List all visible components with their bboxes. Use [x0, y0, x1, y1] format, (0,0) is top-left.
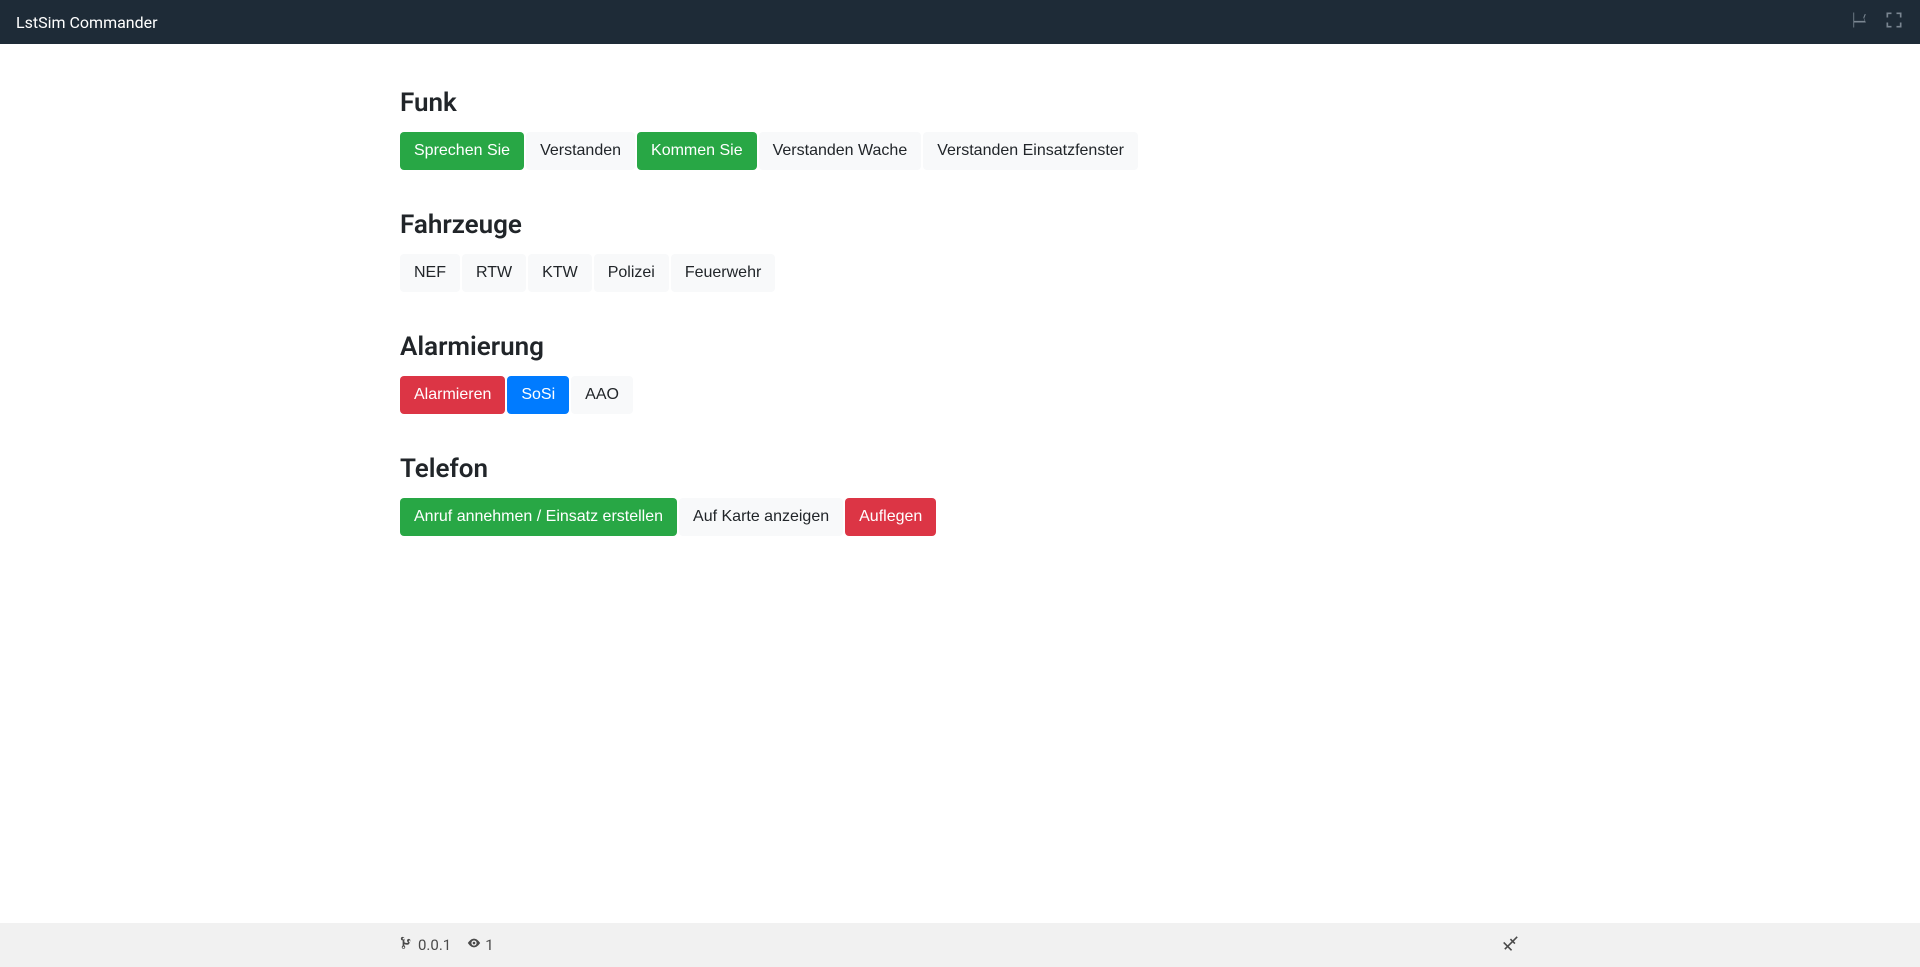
viewers-text: 1 — [485, 936, 493, 954]
button-group-alarmierung: Alarmieren SoSi AAO — [400, 376, 635, 414]
fahrzeuge-polizei-button[interactable]: Polizei — [594, 254, 669, 292]
section-funk: Funk Sprechen Sie Verstanden Kommen Sie … — [400, 88, 1520, 170]
button-group-fahrzeuge: NEF RTW KTW Polizei Feuerwehr — [400, 254, 777, 292]
branch-icon — [400, 936, 414, 954]
section-telefon: Telefon Anruf annehmen / Einsatz erstell… — [400, 454, 1520, 536]
funk-kommen-sie-button[interactable]: Kommen Sie — [637, 132, 757, 170]
section-title-telefon: Telefon — [400, 454, 1520, 484]
section-alarmierung: Alarmierung Alarmieren SoSi AAO — [400, 332, 1520, 414]
button-group-telefon: Anruf annehmen / Einsatz erstellen Auf K… — [400, 498, 938, 536]
alarmierung-alarmieren-button[interactable]: Alarmieren — [400, 376, 505, 414]
main-content: Funk Sprechen Sie Verstanden Kommen Sie … — [0, 44, 1920, 536]
version-text: 0.0.1 — [418, 936, 451, 954]
tools-icon[interactable] — [1502, 937, 1520, 956]
section-title-fahrzeuge: Fahrzeuge — [400, 210, 1520, 240]
fahrzeuge-ktw-button[interactable]: KTW — [528, 254, 592, 292]
section-title-funk: Funk — [400, 88, 1520, 118]
funk-verstanden-wache-button[interactable]: Verstanden Wache — [759, 132, 922, 170]
section-title-alarmierung: Alarmierung — [400, 332, 1520, 362]
fullscreen-icon[interactable] — [1884, 10, 1904, 34]
navbar-icons — [1850, 10, 1904, 34]
navbar: LstSim Commander — [0, 0, 1920, 44]
telefon-anruf-annehmen-button[interactable]: Anruf annehmen / Einsatz erstellen — [400, 498, 677, 536]
app-title: LstSim Commander — [16, 13, 158, 32]
version-info: 0.0.1 — [400, 936, 451, 954]
funk-sprechen-sie-button[interactable]: Sprechen Sie — [400, 132, 524, 170]
funk-verstanden-einsatzfenster-button[interactable]: Verstanden Einsatzfenster — [923, 132, 1138, 170]
footer-right — [1502, 934, 1520, 956]
fahrzeuge-rtw-button[interactable]: RTW — [462, 254, 526, 292]
funk-verstanden-button[interactable]: Verstanden — [526, 132, 635, 170]
viewers-info: 1 — [467, 936, 493, 954]
footer-left: 0.0.1 1 — [400, 936, 494, 954]
fahrzeuge-nef-button[interactable]: NEF — [400, 254, 460, 292]
flag-icon[interactable] — [1850, 10, 1870, 34]
footer: 0.0.1 1 — [0, 923, 1920, 967]
telefon-auflegen-button[interactable]: Auflegen — [845, 498, 936, 536]
alarmierung-sosi-button[interactable]: SoSi — [507, 376, 569, 414]
telefon-auf-karte-button[interactable]: Auf Karte anzeigen — [679, 498, 843, 536]
eye-icon — [467, 936, 481, 954]
alarmierung-aao-button[interactable]: AAO — [571, 376, 633, 414]
button-group-funk: Sprechen Sie Verstanden Kommen Sie Verst… — [400, 132, 1140, 170]
fahrzeuge-feuerwehr-button[interactable]: Feuerwehr — [671, 254, 775, 292]
section-fahrzeuge: Fahrzeuge NEF RTW KTW Polizei Feuerwehr — [400, 210, 1520, 292]
